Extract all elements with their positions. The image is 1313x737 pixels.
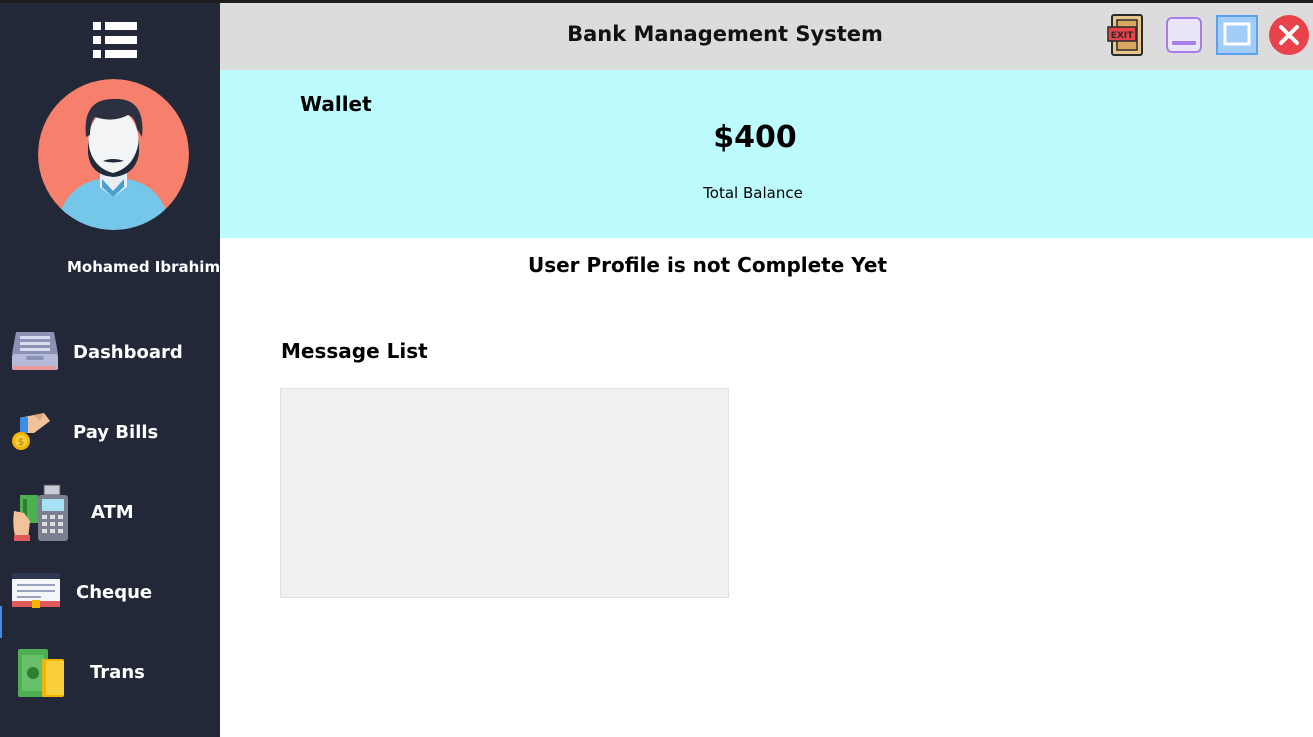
sidebar-item-pay-bills[interactable]: $ Pay Bills — [0, 399, 220, 461]
hand-coin-icon: $ — [12, 413, 50, 450]
inbox-tray-icon — [12, 332, 58, 370]
sidebar-item-dashboard[interactable]: Dashboard — [0, 319, 220, 381]
balance-label: Total Balance — [703, 184, 803, 202]
cash-wallet-icon — [18, 649, 64, 697]
title-bar: Bank Management System EXIT — [220, 3, 1313, 70]
message-list-title: Message List — [281, 339, 428, 363]
active-indicator — [0, 606, 2, 638]
sidebar-item-label: Dashboard — [73, 342, 183, 363]
wallet-panel: Wallet $400 Total Balance — [220, 70, 1313, 238]
cheque-icon — [12, 573, 60, 608]
sidebar-item-label: Trans — [90, 662, 145, 683]
hamburger-list-icon[interactable] — [93, 22, 137, 58]
close-circle-icon[interactable] — [1268, 13, 1310, 57]
wallet-title: Wallet — [300, 92, 372, 116]
message-list[interactable] — [280, 388, 729, 598]
exit-sign-icon[interactable]: EXIT — [1106, 13, 1148, 57]
sidebar-item-label: ATM — [91, 502, 134, 523]
sidebar-item-atm[interactable]: ATM — [0, 479, 220, 541]
avatar — [38, 79, 189, 230]
sidebar-item-label: Pay Bills — [73, 422, 159, 443]
svg-text:EXIT: EXIT — [1111, 31, 1134, 41]
sidebar-item-cheque[interactable]: Cheque — [0, 559, 220, 621]
sidebar-item-label: Cheque — [76, 582, 153, 603]
maximize-icon[interactable] — [1216, 13, 1258, 57]
app-window: Mohamed Ibrahim Dashboard $ Pay Bills AT… — [0, 3, 1313, 737]
atm-card-terminal-icon — [13, 484, 68, 541]
svg-text:$: $ — [18, 437, 24, 448]
profile-status-message: User Profile is not Complete Yet — [527, 253, 888, 277]
window-title: Bank Management System — [567, 22, 883, 46]
sidebar: Mohamed Ibrahim Dashboard $ Pay Bills AT… — [0, 3, 220, 737]
minimize-icon[interactable] — [1164, 13, 1206, 57]
user-name: Mohamed Ibrahim — [67, 258, 220, 276]
sidebar-item-trans[interactable]: Trans — [0, 639, 220, 701]
balance-amount: $400 — [713, 120, 797, 155]
